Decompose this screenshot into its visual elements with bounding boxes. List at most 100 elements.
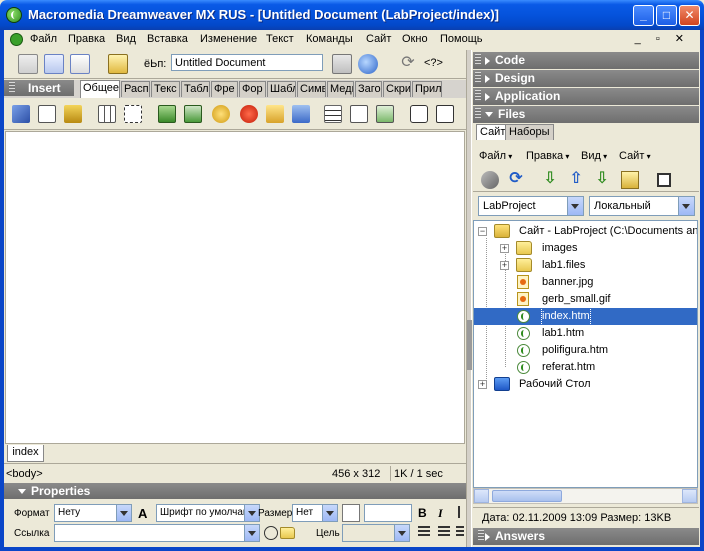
menu-commands[interactable]: Команды bbox=[306, 33, 353, 45]
files-panel-header[interactable]: Files bbox=[473, 106, 699, 123]
tree-row-polifigura[interactable]: polifigura.htm bbox=[474, 342, 697, 359]
files-menu-site[interactable]: Сайт bbox=[619, 150, 651, 162]
files-tree[interactable]: − Сайт - LabProject (C:\Documents and + … bbox=[473, 220, 698, 488]
menu-site[interactable]: Сайт bbox=[366, 33, 391, 45]
refresh-icon[interactable]: ⟳ bbox=[507, 171, 525, 189]
maximize-button[interactable]: □ bbox=[656, 5, 677, 26]
layer-icon[interactable] bbox=[124, 105, 142, 123]
code-navigation-icon[interactable]: <?> bbox=[424, 54, 452, 74]
document-title-input[interactable] bbox=[171, 54, 323, 71]
date-icon[interactable] bbox=[350, 105, 368, 123]
target-select[interactable] bbox=[342, 524, 410, 542]
files-menu-file[interactable]: Файл bbox=[479, 150, 512, 162]
menu-window[interactable]: Окно bbox=[402, 33, 428, 45]
files-menu-view[interactable]: Вид bbox=[581, 150, 607, 162]
text-color-field[interactable] bbox=[364, 504, 412, 522]
named-anchor-icon[interactable] bbox=[64, 105, 82, 123]
properties-panel-header[interactable]: Properties bbox=[4, 483, 466, 499]
window-size-readout[interactable]: 456 x 312 bbox=[332, 468, 380, 480]
connect-icon[interactable] bbox=[481, 171, 499, 189]
insert-panel-header[interactable]: Insert bbox=[4, 80, 74, 96]
design-view-icon[interactable] bbox=[70, 54, 90, 74]
server-side-include-icon[interactable] bbox=[376, 105, 394, 123]
panel-grip[interactable] bbox=[478, 530, 484, 542]
menu-text[interactable]: Текст bbox=[266, 33, 294, 45]
hyperlink-icon[interactable] bbox=[12, 105, 30, 123]
tab-common[interactable]: Общее bbox=[80, 80, 120, 98]
panel-grip[interactable] bbox=[475, 72, 481, 84]
menu-help[interactable]: Помощь bbox=[440, 33, 483, 45]
tab-templates[interactable]: Шабл bbox=[267, 81, 296, 97]
check-out-icon[interactable]: ⇩ bbox=[593, 171, 611, 189]
file-management-icon[interactable] bbox=[332, 54, 352, 74]
files-horizontal-scrollbar[interactable] bbox=[473, 488, 698, 504]
horizontal-rule-icon[interactable] bbox=[324, 105, 342, 123]
tab-text[interactable]: Текс bbox=[151, 81, 180, 97]
image-icon[interactable] bbox=[158, 105, 176, 123]
put-files-icon[interactable]: ⇧ bbox=[567, 171, 585, 189]
tab-frames[interactable]: Фре bbox=[211, 81, 238, 97]
ordered-list-icon[interactable] bbox=[438, 526, 450, 538]
menu-edit[interactable]: Правка bbox=[68, 33, 105, 45]
tree-row-banner[interactable]: banner.jpg bbox=[474, 274, 697, 291]
tab-tables[interactable]: Табл bbox=[181, 81, 210, 97]
tab-media[interactable]: Меди bbox=[327, 81, 354, 97]
tree-row-images[interactable]: + images bbox=[474, 240, 697, 257]
panel-grip[interactable] bbox=[9, 82, 15, 94]
live-data-icon[interactable] bbox=[108, 54, 128, 74]
size-select[interactable]: Нет bbox=[292, 504, 338, 522]
panel-splitter[interactable] bbox=[466, 50, 472, 547]
dreamweaver-app-icon[interactable] bbox=[6, 7, 22, 23]
refresh-icon[interactable]: ⟳ bbox=[398, 54, 418, 74]
font-select[interactable]: Шрифт по умолчан bbox=[156, 504, 260, 522]
tree-row-site-root[interactable]: − Сайт - LabProject (C:\Documents and bbox=[474, 223, 697, 240]
unordered-list-icon[interactable] bbox=[418, 526, 430, 538]
collapse-toggle[interactable]: − bbox=[478, 227, 487, 236]
application-panel-header[interactable]: Application bbox=[473, 88, 699, 105]
document-tab-index[interactable]: index bbox=[7, 445, 44, 462]
tab-script[interactable]: Скри bbox=[383, 81, 411, 97]
fireworks-html-icon[interactable] bbox=[212, 105, 230, 123]
tree-row-index[interactable]: index.htm bbox=[474, 307, 697, 326]
scroll-left-button[interactable] bbox=[474, 489, 489, 503]
code-panel-header[interactable]: Code bbox=[473, 52, 699, 69]
document-icon[interactable] bbox=[10, 33, 23, 46]
tree-row-desktop[interactable]: + Рабочий Стол bbox=[474, 376, 697, 393]
get-files-icon[interactable]: ⇩ bbox=[541, 171, 559, 189]
align-left-icon[interactable] bbox=[458, 506, 462, 518]
answers-panel-header[interactable]: Answers bbox=[473, 528, 699, 545]
design-panel-header[interactable]: Design bbox=[473, 70, 699, 87]
table-icon[interactable] bbox=[98, 105, 116, 123]
expand-site-icon[interactable] bbox=[657, 173, 671, 187]
close-button[interactable]: ✕ bbox=[679, 5, 700, 26]
css-style-icon[interactable]: A bbox=[138, 506, 152, 521]
panel-grip[interactable] bbox=[475, 108, 481, 120]
bold-button[interactable]: B bbox=[418, 506, 427, 520]
rollover-image-icon[interactable] bbox=[184, 105, 202, 123]
format-select[interactable]: Нету bbox=[54, 504, 132, 522]
code-view-icon[interactable] bbox=[18, 54, 38, 74]
tab-layout[interactable]: Расп bbox=[121, 81, 150, 97]
expand-toggle[interactable]: + bbox=[500, 261, 509, 270]
tab-assets[interactable]: Наборы bbox=[505, 124, 554, 140]
menu-file[interactable]: Файл bbox=[30, 33, 57, 45]
tree-row-gerb-small[interactable]: gerb_small.gif bbox=[474, 291, 697, 308]
site-select[interactable]: LabProject bbox=[478, 196, 584, 216]
browse-folder-icon[interactable] bbox=[280, 527, 295, 539]
expand-toggle[interactable]: + bbox=[478, 380, 487, 389]
splitter-collapse-handle[interactable] bbox=[467, 320, 472, 370]
preview-browser-icon[interactable] bbox=[358, 54, 378, 74]
email-link-icon[interactable] bbox=[38, 105, 56, 123]
files-menu-edit[interactable]: Правка bbox=[526, 150, 569, 162]
menu-modify[interactable]: Изменение bbox=[200, 33, 257, 45]
tree-row-lab1[interactable]: lab1.htm bbox=[474, 325, 697, 342]
panel-grip[interactable] bbox=[475, 90, 481, 102]
tabular-data-icon[interactable] bbox=[292, 105, 310, 123]
tree-row-lab1-files[interactable]: + lab1.files bbox=[474, 257, 697, 274]
link-input[interactable] bbox=[54, 524, 260, 542]
design-view-canvas[interactable] bbox=[5, 131, 465, 444]
text-color-swatch[interactable] bbox=[342, 504, 360, 522]
comment-icon[interactable] bbox=[410, 105, 428, 123]
tab-application[interactable]: Прил bbox=[412, 81, 442, 97]
tag-selector-body[interactable]: <body> bbox=[6, 468, 43, 480]
